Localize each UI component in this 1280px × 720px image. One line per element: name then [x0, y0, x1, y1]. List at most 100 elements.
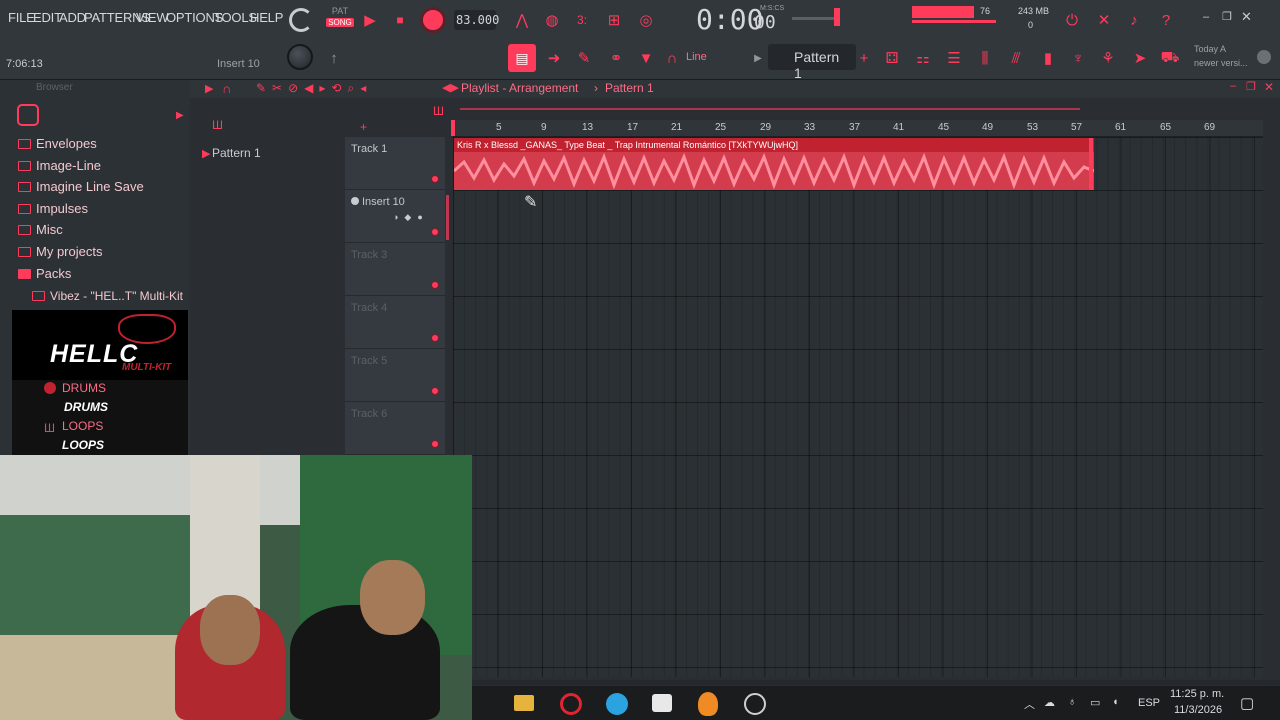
track-mute-icon[interactable]	[431, 387, 439, 395]
browser-item-imagine-line-save[interactable]: Imagine Line Save	[18, 179, 144, 194]
fl-studio-icon[interactable]	[698, 692, 718, 716]
file-explorer-icon[interactable]	[514, 695, 534, 711]
network-icon[interactable]: ▭	[1090, 696, 1100, 709]
browser-scroll-icon[interactable]: ▶	[176, 110, 184, 121]
channel-rack-icon[interactable]: ⚃	[882, 48, 902, 68]
obs-icon[interactable]	[744, 693, 766, 715]
plug-icon[interactable]: ♆	[1068, 48, 1088, 68]
playlist-tools-icon[interactable]: ✎✂⊘◀▸⟲⌕◂	[256, 81, 372, 96]
plugin-picker-icon[interactable]: ⫻	[1006, 48, 1026, 68]
arrow-right-icon[interactable]: ➜	[544, 48, 564, 68]
track-row[interactable]: Track 4	[345, 296, 445, 349]
browser-item-my-projects[interactable]: My projects	[18, 244, 102, 259]
project-notes-icon[interactable]: ▮	[1038, 48, 1058, 68]
loop-record-icon[interactable]: ◎	[636, 10, 656, 30]
pitch-icon[interactable]: ↑	[324, 48, 344, 68]
menu-file[interactable]: FILE	[8, 10, 35, 25]
notification-icon[interactable]: ▢	[1240, 694, 1254, 712]
track-mute-icon[interactable]	[431, 334, 439, 342]
step-edit-icon[interactable]: ⊞	[604, 10, 624, 30]
tray-chevron-icon[interactable]: ︿	[1024, 696, 1035, 712]
master-volume-knob[interactable]	[289, 8, 313, 32]
pitch-slider-handle[interactable]	[834, 8, 840, 26]
edison-icon[interactable]: ⚘	[1098, 48, 1118, 68]
browser-menu-icon[interactable]	[17, 104, 39, 126]
playlist-close-icon[interactable]: ✕	[1264, 80, 1274, 94]
plugin-icon[interactable]: ✕	[1094, 10, 1114, 30]
link-icon[interactable]: ⚭	[606, 48, 626, 68]
pattern-list-item[interactable]: Pattern 1	[212, 146, 261, 160]
language-indicator[interactable]: ESP	[1138, 697, 1160, 709]
maximize-icon[interactable]: ❐	[1222, 10, 1232, 23]
magnet-icon[interactable]: ∩	[662, 48, 682, 68]
wait-input-icon[interactable]: ◍	[542, 10, 562, 30]
metronome-icon[interactable]: ⋀	[512, 10, 532, 30]
picker-mode-icon[interactable]: Ш	[212, 118, 223, 132]
telegram-icon[interactable]	[606, 693, 628, 715]
store-icon[interactable]	[652, 694, 672, 712]
add-track-icon[interactable]: +	[360, 120, 367, 134]
user-avatar[interactable]	[1257, 50, 1271, 64]
menu-add[interactable]: ADD	[59, 10, 86, 25]
mixer-icon[interactable]: ⫼	[975, 48, 995, 68]
track-mute-icon[interactable]	[431, 440, 439, 448]
track-mute-icon[interactable]	[431, 228, 439, 236]
browser-item-misc[interactable]: Misc	[18, 222, 63, 237]
snap-mode[interactable]: Line	[686, 51, 707, 63]
minimize-icon[interactable]: ‒	[1203, 11, 1209, 23]
onedrive-icon[interactable]: ☁	[1044, 696, 1055, 709]
opera-icon[interactable]	[560, 693, 582, 715]
track-mute-icon[interactable]	[431, 281, 439, 289]
close-icon[interactable]: ✕	[1241, 9, 1252, 25]
browser-item-packs[interactable]: Packs	[18, 266, 71, 281]
browser-item-image-line[interactable]: Image-Line	[18, 158, 101, 173]
arrow-right-small-icon[interactable]: ▶	[748, 48, 768, 68]
add-pattern-icon[interactable]: +	[854, 48, 874, 68]
menu-edit[interactable]: EDIT	[33, 10, 62, 25]
stamp-icon[interactable]: ▼	[636, 48, 656, 68]
track-controls-icon[interactable]: ◑◆●	[393, 212, 429, 223]
pencil-tool-icon[interactable]: ✎	[574, 48, 594, 68]
browser-item-impulses[interactable]: Impulses	[18, 201, 88, 216]
help-icon[interactable]: ?	[1156, 10, 1176, 30]
microphone-icon[interactable]: ♪	[1124, 10, 1144, 30]
audio-clip[interactable]: Kris R x Blessd _GANAS_ Type Beat _ Trap…	[454, 138, 1094, 190]
track-row[interactable]: Track 5	[345, 349, 445, 402]
horizontal-scrollbar[interactable]	[460, 108, 1080, 110]
main-pitch-slider[interactable]	[792, 17, 838, 20]
track-row[interactable]: Track 1	[345, 137, 445, 190]
stop-icon[interactable]: ■	[390, 10, 410, 30]
pat-song-toggle[interactable]: PAT SONG	[326, 6, 354, 34]
track-options-icon[interactable]: Ш	[433, 104, 444, 118]
track-mute-icon[interactable]	[431, 175, 439, 183]
playlist-play-icon[interactable]: ▶	[205, 82, 213, 95]
loops-row[interactable]: Ш LOOPS LOOPS	[12, 418, 188, 456]
clock-time[interactable]: 11:25 p. m.	[1170, 688, 1224, 700]
countdown-icon[interactable]: 3:	[572, 10, 592, 30]
menu-view[interactable]: VIEW	[136, 10, 169, 25]
track-row[interactable]: Insert 10 ◑◆●	[345, 190, 445, 243]
browser-icon[interactable]: ☰	[944, 48, 964, 68]
play-icon[interactable]: ▶	[360, 10, 380, 30]
pattern-selector[interactable]: Pattern 1	[768, 44, 856, 81]
record-button[interactable]	[420, 7, 446, 33]
playlist-minimize-icon[interactable]: ‒	[1230, 80, 1236, 92]
send-icon[interactable]: ➤	[1130, 48, 1150, 68]
playhead-marker[interactable]	[451, 120, 455, 136]
playlist-grid[interactable]	[453, 137, 1263, 677]
drums-row[interactable]: DRUMS DRUMS	[12, 380, 188, 418]
playlist-magnet-icon[interactable]: ∩	[222, 81, 231, 96]
timeline-ruler[interactable]: 5 9 13 17 21 25 29 33 37 41 45 49 53 57 …	[451, 120, 1263, 137]
playlist-view-icon[interactable]: ▤	[508, 44, 536, 72]
clip-end-handle[interactable]	[1089, 138, 1093, 190]
track-row[interactable]: Track 6	[345, 402, 445, 455]
track-row[interactable]: Track 3	[345, 243, 445, 296]
browser-item-envelopes[interactable]: Envelopes	[18, 136, 97, 151]
piano-roll-icon[interactable]: ⚏	[913, 48, 933, 68]
power-icon[interactable]: ⏻	[1062, 10, 1082, 30]
mic-icon[interactable]: ♁	[1068, 696, 1076, 708]
panning-knob[interactable]	[287, 44, 313, 70]
tempo-display[interactable]: 83.000	[454, 10, 499, 30]
menu-help[interactable]: HELP	[250, 10, 283, 25]
cart-icon[interactable]: ⛟	[1160, 48, 1180, 68]
